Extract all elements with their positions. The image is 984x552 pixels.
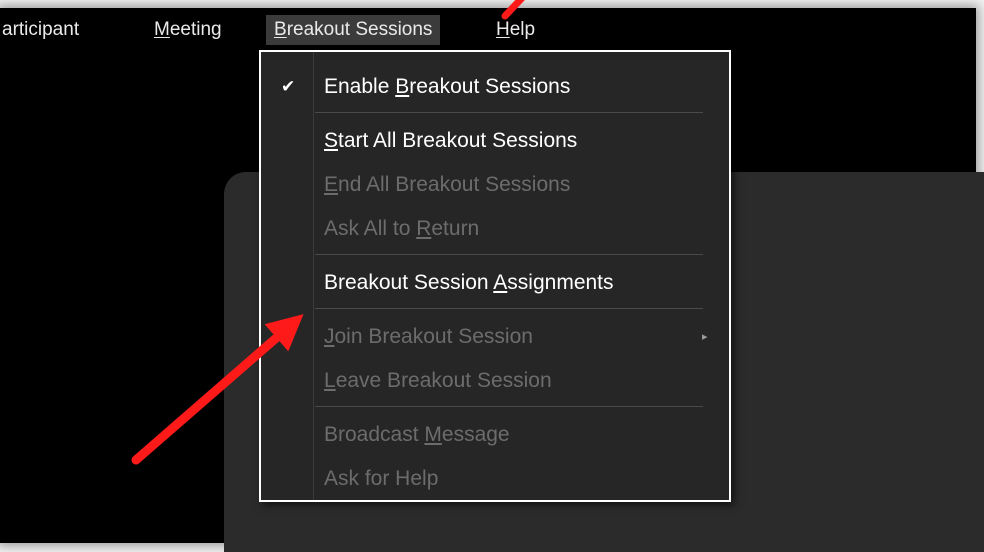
menu-item-ask-all-to-return: Ask All to Return <box>324 217 480 240</box>
menu-item-leave-breakout-session: Leave Breakout Session <box>324 369 552 392</box>
menu-participant[interactable]: articipant <box>2 15 87 45</box>
menu-help[interactable]: Help <box>488 15 543 45</box>
menu-breakout-sessions[interactable]: Breakout Sessions <box>266 15 441 45</box>
menu-separator <box>315 308 703 309</box>
breakout-sessions-dropdown: ✔ Enable Breakout Sessions Start All Bre… <box>259 50 731 502</box>
submenu-arrow-icon: ▸ <box>702 331 708 343</box>
menu-separator <box>315 406 703 407</box>
menu-breakout-mnemonic: B <box>274 19 287 40</box>
menu-item-broadcast-message: Broadcast Message <box>324 423 510 446</box>
menu-meeting-mnemonic: M <box>154 19 170 40</box>
menu-breakout-rest: reakout Sessions <box>286 19 433 40</box>
checkmark-icon: ✔ <box>281 77 296 96</box>
menu-meeting-rest: eeting <box>169 19 222 40</box>
menu-meeting[interactable]: Meeting <box>146 15 230 45</box>
menu-separator <box>315 112 703 113</box>
menu-help-mnemonic: H <box>496 19 510 40</box>
menu-item-end-all-breakout-sessions: End All Breakout Sessions <box>324 173 571 196</box>
menu-separator <box>315 254 703 255</box>
menu-item-join-breakout-session: Join Breakout Session ▸ <box>261 317 729 357</box>
menu-item-enable-breakout-sessions[interactable]: ✔ Enable Breakout Sessions <box>261 67 729 107</box>
menu-item-ask-for-help: Ask for Help <box>324 467 439 490</box>
menu-item-breakout-session-assignments[interactable]: Breakout Session Assignments <box>261 263 729 303</box>
menu-bar: articipant Meeting Breakout Sessions Hel… <box>0 8 976 52</box>
menu-item-start-all-breakout-sessions[interactable]: Start All Breakout Sessions <box>261 121 729 161</box>
menu-help-rest: elp <box>509 19 536 40</box>
